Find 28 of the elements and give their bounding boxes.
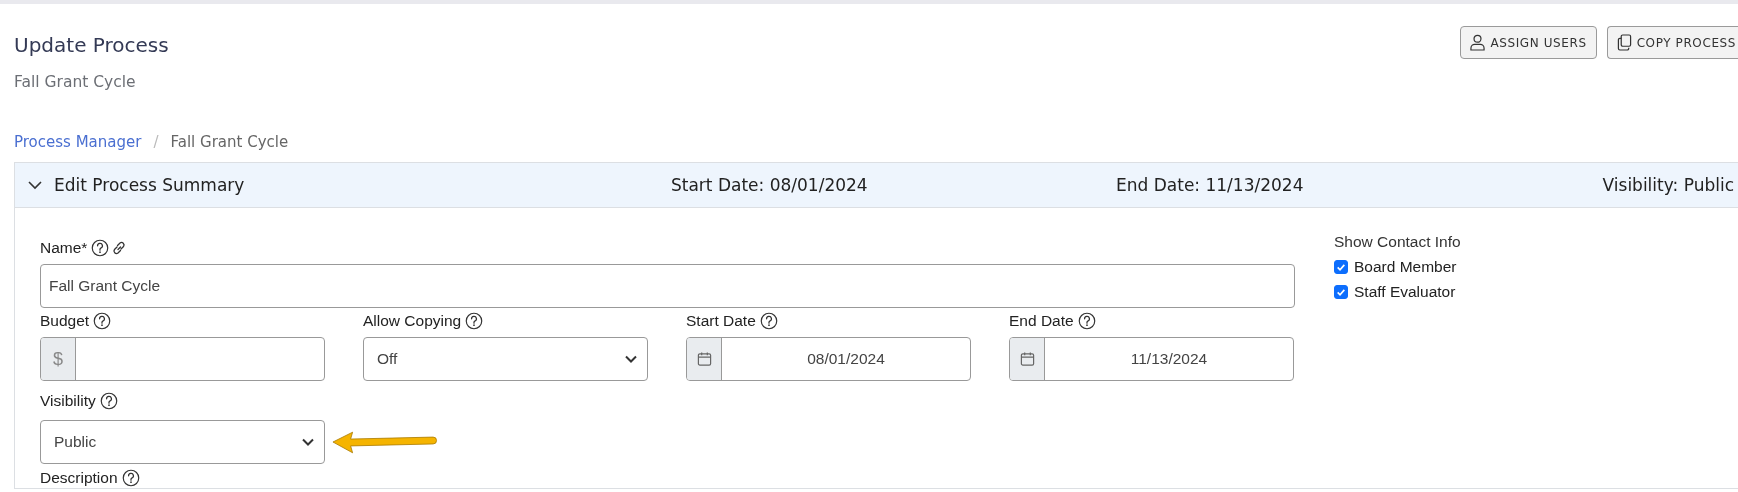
field-label: Start Date <box>686 311 756 331</box>
start-date-summary: Start Date: 08/01/2024 <box>671 175 869 195</box>
section-title: Edit Process Summary <box>54 175 246 195</box>
name-field[interactable]: Fall Grant Cycle <box>40 264 1295 308</box>
checkbox-label: Board Member <box>1354 257 1457 277</box>
breadcrumb-link[interactable]: Process Manager <box>14 132 142 152</box>
field-label: Allow Copying <box>363 311 462 331</box>
page-title: Update Process <box>14 32 169 58</box>
contact-info-label: Show Contact Info <box>1334 232 1462 252</box>
date-field[interactable]: 08/01/2024 <box>686 337 971 381</box>
visibility-select[interactable]: Public <box>40 420 325 464</box>
date-field[interactable]: 11/13/2024 <box>1009 337 1294 381</box>
select-field[interactable]: Off <box>363 337 648 381</box>
breadcrumb-separator: / <box>153 132 159 152</box>
field-label: Name* <box>40 238 88 258</box>
field-label: Visibility <box>40 391 96 411</box>
copy-process-button[interactable]: COPY PROCESS <box>1606 26 1738 59</box>
summary-header[interactable]: Edit Process Summary Start Date: 08/01/2024 End Date: 11/13/2024 Visibility: Public <box>15 163 1738 208</box>
field-label: Budget <box>40 311 90 331</box>
page-subtitle: Fall Grant Cycle <box>14 72 137 92</box>
field-label: End Date <box>1009 311 1074 331</box>
visibility-summary: Visibility: Public <box>1602 175 1734 195</box>
end-date-summary: End Date: 11/13/2024 <box>1116 175 1305 195</box>
currency-prefix: $ <box>41 338 76 380</box>
checkbox-label: Staff Evaluator <box>1354 282 1456 302</box>
breadcrumb-current: Fall Grant Cycle <box>170 132 289 152</box>
field-label: Description <box>40 468 118 488</box>
assign-users-button[interactable]: ASSIGN USERS <box>1460 26 1597 59</box>
